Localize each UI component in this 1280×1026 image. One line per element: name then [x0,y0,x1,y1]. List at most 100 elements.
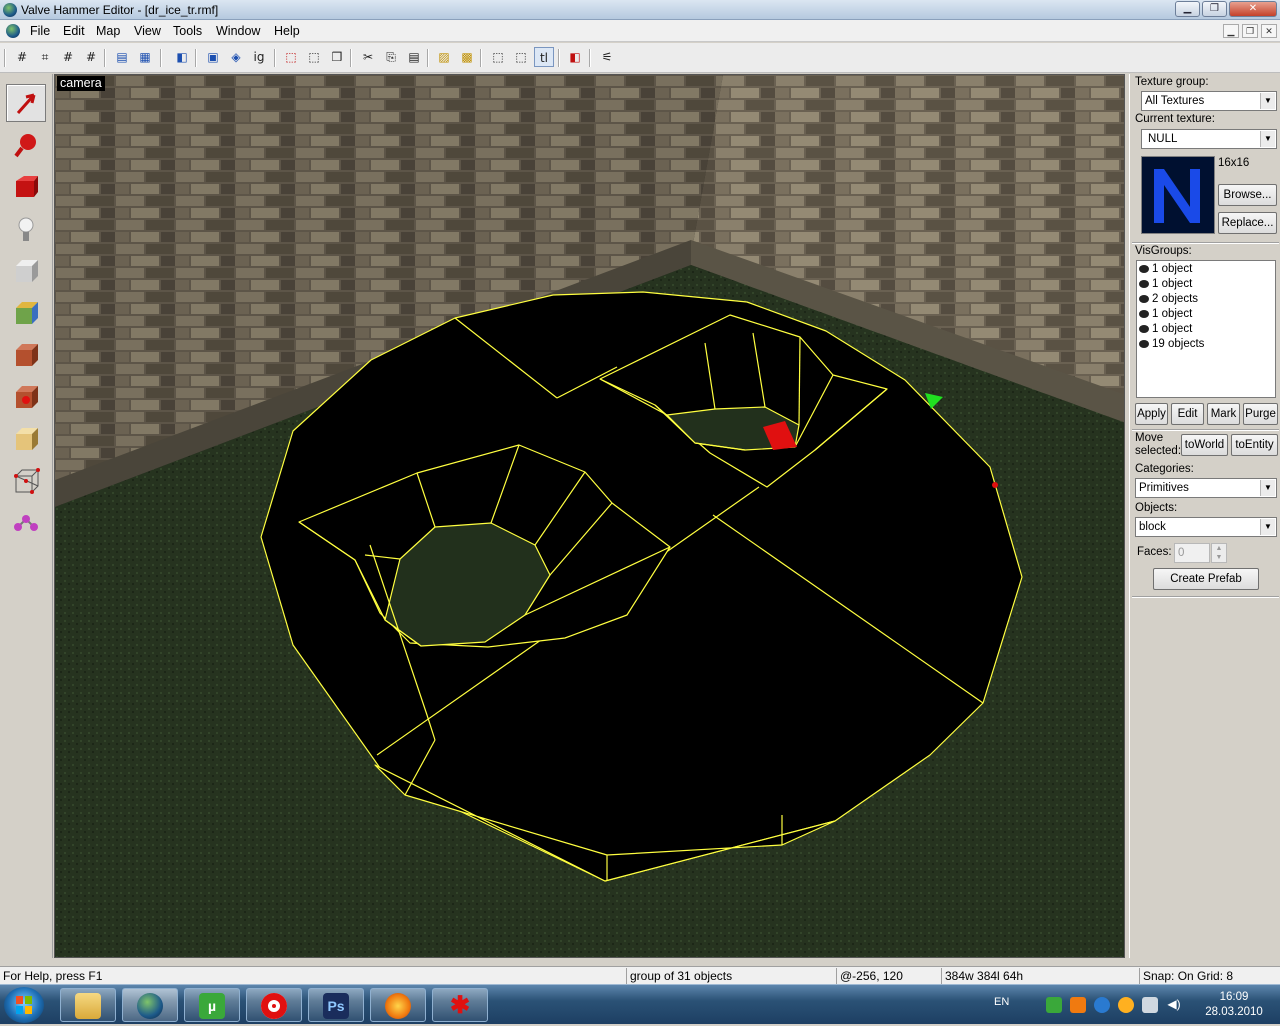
visgroups-list[interactable]: 1 object 1 object 2 objects 1 object 1 o… [1136,260,1276,398]
vertex-tool-button[interactable] [6,462,46,500]
replace-button[interactable]: Replace... [1218,212,1277,234]
utorrent-tray-icon[interactable] [1046,997,1062,1013]
texture-application-tool-button[interactable] [6,294,46,332]
start-button[interactable] [4,987,44,1023]
restore-button[interactable]: ❐ [1202,1,1227,17]
save-window-state-icon[interactable]: ▦ [135,47,155,67]
to-entity-button[interactable]: toEntity [1231,434,1278,456]
visgroup-item[interactable]: 1 object [1139,278,1192,290]
grid-3d-icon[interactable]: ⌗ [35,47,55,67]
categories-select[interactable]: Primitives ▼ [1135,478,1277,498]
texture-group-select[interactable]: All Textures ▼ [1141,91,1277,111]
document-icon[interactable] [6,24,20,38]
eye-icon[interactable] [1139,309,1149,318]
folder-icon [75,993,101,1019]
ignore-groups-icon[interactable]: ig [249,47,269,67]
magnify-tool-button[interactable] [6,126,46,164]
visgroup-edit-button[interactable]: Edit [1171,403,1204,425]
close-button[interactable]: ✕ [1229,1,1277,17]
taskbar-firefox[interactable] [370,988,426,1022]
path-tool-button[interactable] [6,504,46,542]
run-map-icon[interactable]: ◧ [565,47,585,67]
firefox-tray-icon[interactable] [1118,997,1134,1013]
menu-help[interactable]: Help [274,24,300,38]
visgroup-item[interactable]: 1 object [1139,308,1192,320]
apply-current-texture-button[interactable] [6,336,46,374]
visgroup-mark-button[interactable]: Mark [1207,403,1240,425]
compile-icon[interactable]: ⚟ [597,47,617,67]
load-window-state-icon[interactable]: ▤ [112,47,132,67]
browse-button[interactable]: Browse... [1218,184,1277,206]
copy-icon[interactable]: ⎘ [381,47,401,67]
clipping-tool-button[interactable] [6,420,46,458]
menu-view[interactable]: View [134,24,161,38]
status-coordinates: @-256, 120 [836,968,940,984]
object-bar-panel: Texture group: All Textures ▼ Current te… [1129,74,1280,958]
current-texture-select[interactable]: NULL ▼ [1141,129,1277,149]
action-center-icon[interactable] [1142,997,1158,1013]
camera-tool-button[interactable] [6,168,46,206]
toolbar-separator [427,49,429,67]
camera-viewport[interactable]: camera [54,74,1125,958]
grid-larger-icon[interactable]: # [81,47,101,67]
mdi-close-button[interactable]: ✕ [1261,24,1277,38]
create-prefab-button[interactable]: Create Prefab [1153,568,1259,590]
transparent-textures-icon[interactable]: tl [534,47,554,67]
cut-icon[interactable]: ✂ [358,47,378,67]
minimize-button[interactable]: ▁ [1175,1,1200,17]
objects-select[interactable]: block ▼ [1135,517,1277,537]
mdi-minimize-button[interactable]: ▁ [1223,24,1239,38]
select-by-handle-icon[interactable]: ⬚ [511,47,531,67]
select-box-icon[interactable]: ⬚ [488,47,508,67]
taskbar-utorrent[interactable]: µ [184,988,240,1022]
system-clock[interactable]: 16:09 28.03.2010 [1190,990,1278,1020]
eye-icon[interactable] [1139,294,1149,303]
faces-input[interactable]: 0 [1174,543,1210,563]
block-tool-button[interactable] [6,252,46,290]
network-tray-icon[interactable] [1094,997,1110,1013]
volume-icon[interactable]: ◀) [1166,997,1182,1013]
visgroup-apply-button[interactable]: Apply [1135,403,1168,425]
taskbar-explorer[interactable] [60,988,116,1022]
hide-selected-icon[interactable]: ▣ [203,47,223,67]
visgroup-item[interactable]: 2 objects [1139,293,1198,305]
paste-icon[interactable]: ▤ [404,47,424,67]
eye-icon[interactable] [1139,339,1149,348]
grid-smaller-icon[interactable]: # [58,47,78,67]
hollow-icon[interactable]: ⬚ [304,47,324,67]
visgroup-item[interactable]: 1 object [1139,263,1192,275]
taskbar-photoshop[interactable]: Ps [308,988,364,1022]
panel-divider [1132,429,1279,431]
entity-tool-button[interactable] [6,210,46,248]
eye-icon[interactable] [1139,324,1149,333]
menu-window[interactable]: Window [216,24,260,38]
decal-tool-button[interactable] [6,378,46,416]
to-world-button[interactable]: toWorld [1181,434,1228,456]
visgroup-item[interactable]: 1 object [1139,323,1192,335]
eye-icon[interactable] [1139,264,1149,273]
menu-file[interactable]: File [30,24,50,38]
mdi-restore-button[interactable]: ❐ [1242,24,1258,38]
menu-map[interactable]: Map [96,24,120,38]
hide-brushes-icon[interactable]: ▩ [457,47,477,67]
photoshop-icon: Ps [323,993,349,1019]
taskbar-paint[interactable]: ✱ [432,988,488,1022]
pause-tray-icon[interactable] [1070,997,1086,1013]
language-indicator[interactable]: EN [994,996,1009,1008]
visgroup-purge-button[interactable]: Purge [1243,403,1278,425]
hide-entities-icon[interactable]: ▨ [434,47,454,67]
texture-lock-icon[interactable]: ❒ [327,47,347,67]
faces-spinner[interactable]: ▲ ▼ [1211,543,1227,563]
show-all-icon[interactable]: ◈ [226,47,246,67]
taskbar-hammer[interactable] [122,988,178,1022]
eye-icon[interactable] [1139,279,1149,288]
group-icon[interactable]: ◧ [172,47,192,67]
taskbar-opera[interactable] [246,988,302,1022]
carve-icon[interactable]: ⬚ [281,47,301,67]
grid-toggle-icon[interactable]: # [12,47,32,67]
selection-tool-button[interactable] [6,84,46,122]
menu-edit[interactable]: Edit [63,24,85,38]
selection-arrow-icon [16,93,36,114]
menu-tools[interactable]: Tools [173,24,202,38]
visgroup-item[interactable]: 19 objects [1139,338,1204,350]
